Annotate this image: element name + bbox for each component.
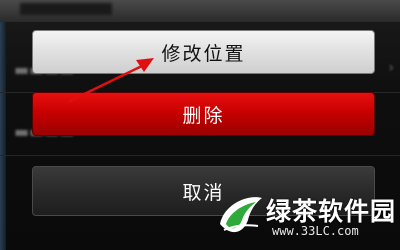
watermark-logo-icon xyxy=(220,197,262,233)
watermark-url: www.33LC.com xyxy=(272,224,359,238)
watermark: 绿茶软件园 www.33LC.com xyxy=(214,190,397,244)
background-left-strip xyxy=(0,22,6,250)
status-bar-background xyxy=(0,0,400,22)
watermark-brand: 绿茶软件园 xyxy=(266,197,397,226)
background-chevron-icon: › xyxy=(388,60,394,76)
modify-location-label: 修改位置 xyxy=(161,42,246,65)
screenshot-stage: ▬▬▬▬ › ▬▬▬▬ 修改位置 删除 取消 绿茶软件园 www.33LC.co… xyxy=(0,0,400,250)
modify-location-button[interactable]: 修改位置 xyxy=(32,30,375,74)
delete-button[interactable]: 删除 xyxy=(32,92,375,136)
delete-label: 删除 xyxy=(182,104,225,127)
status-bar-blurred-content xyxy=(20,3,112,15)
background-divider xyxy=(0,155,400,156)
